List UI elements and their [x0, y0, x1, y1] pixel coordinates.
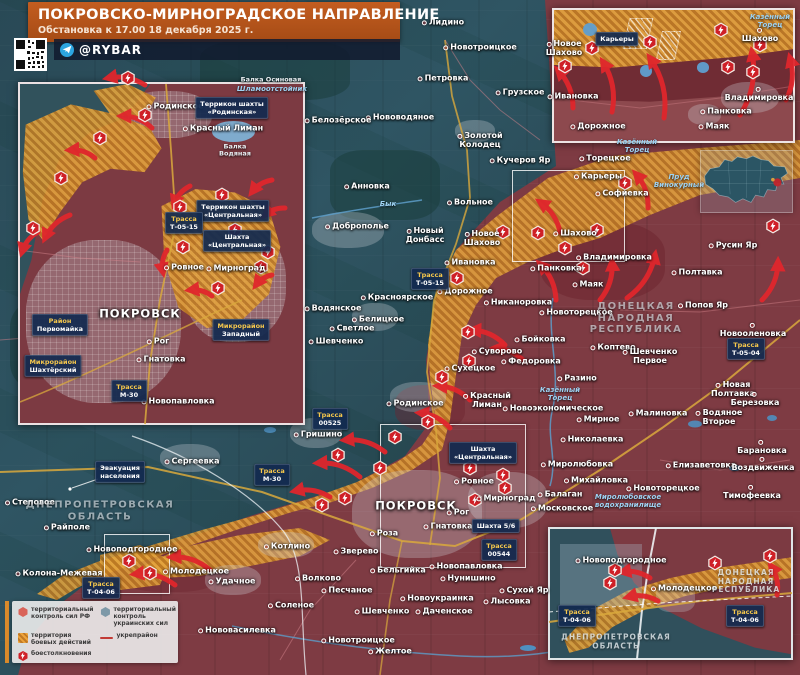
hex-bolt-icon [18, 651, 28, 661]
red-line-icon [100, 637, 113, 639]
qr-code [14, 38, 47, 71]
map-screenshot: ЛидиноНовотроицкоеПетровкаГрузскоеНовово… [0, 0, 800, 675]
rybar-handle: @RYBAR [79, 43, 142, 57]
legend-label: боестолкновения [31, 650, 91, 657]
inset-city-grid-novopidhorodne [560, 544, 642, 606]
inset-lake [583, 23, 597, 36]
legend-label: территориальный контроль сил РФ [31, 606, 93, 620]
terrain-patch [330, 150, 440, 220]
title-banner: ПОКРОВСКО-МИРНОГРАДСКОЕ НАПРАВЛЕНИЕ Обст… [28, 2, 400, 42]
hatch-sq-icon [18, 633, 28, 643]
legend-item: территория боевых действий [18, 632, 93, 646]
inset-city-footprint [721, 82, 778, 113]
city-footprint-sergeevka [160, 444, 220, 472]
inset-source-rect-shakhovo [512, 170, 625, 262]
legend-accent-bar [5, 601, 9, 663]
map-legend: территориальный контроль сил РФ территори… [12, 601, 178, 663]
inset-source-rect-pokrovsk [380, 424, 526, 568]
ukraine-locator-map [700, 150, 793, 213]
city-footprint-rodinskoe [390, 382, 446, 412]
inset-novopidhorodne [548, 527, 793, 660]
city-footprint [455, 120, 495, 142]
legend-items: территориальный контроль сил РФ территори… [18, 606, 172, 661]
inset-city-footprint [688, 104, 721, 125]
city-footprint-dobropole [312, 212, 384, 248]
ukraine-outline [701, 151, 792, 212]
rybar-bar: @RYBAR [54, 39, 400, 60]
inset-lake [640, 65, 652, 77]
legend-label: территория боевых действий [31, 632, 93, 646]
inset-pokrovsk-city [18, 82, 305, 425]
telegram-icon [60, 43, 74, 57]
inset-city-footprint-molodetskoe [656, 583, 695, 611]
inset-city-grid-pokrovsk [26, 240, 182, 403]
legend-item: боестолкновения [18, 650, 93, 661]
inset-source-rect-novopidhorodne [104, 534, 170, 594]
hex-red-icon [18, 607, 28, 617]
legend-item: укрепрайон [100, 632, 175, 646]
city-footprint-udachnoe [205, 565, 261, 595]
legend-label: территориальный контроль украинских сил [113, 606, 175, 628]
hex-gray-icon [100, 607, 110, 617]
page-title: ПОКРОВСКО-МИРНОГРАДСКОЕ НАПРАВЛЕНИЕ [38, 7, 390, 23]
city-footprint-kotlino [258, 532, 314, 558]
legend-label: укрепрайон [116, 632, 157, 639]
inset-lake [212, 121, 254, 141]
legend-item: территориальный контроль сил РФ [18, 606, 93, 628]
page-subtitle: Обстановка к 17.00 18 декабря 2025 г. [38, 25, 390, 36]
inset-shakhovo [552, 8, 795, 143]
city-footprint-belitskoe [352, 303, 398, 331]
legend-item: территориальный контроль украинских сил [100, 606, 175, 628]
